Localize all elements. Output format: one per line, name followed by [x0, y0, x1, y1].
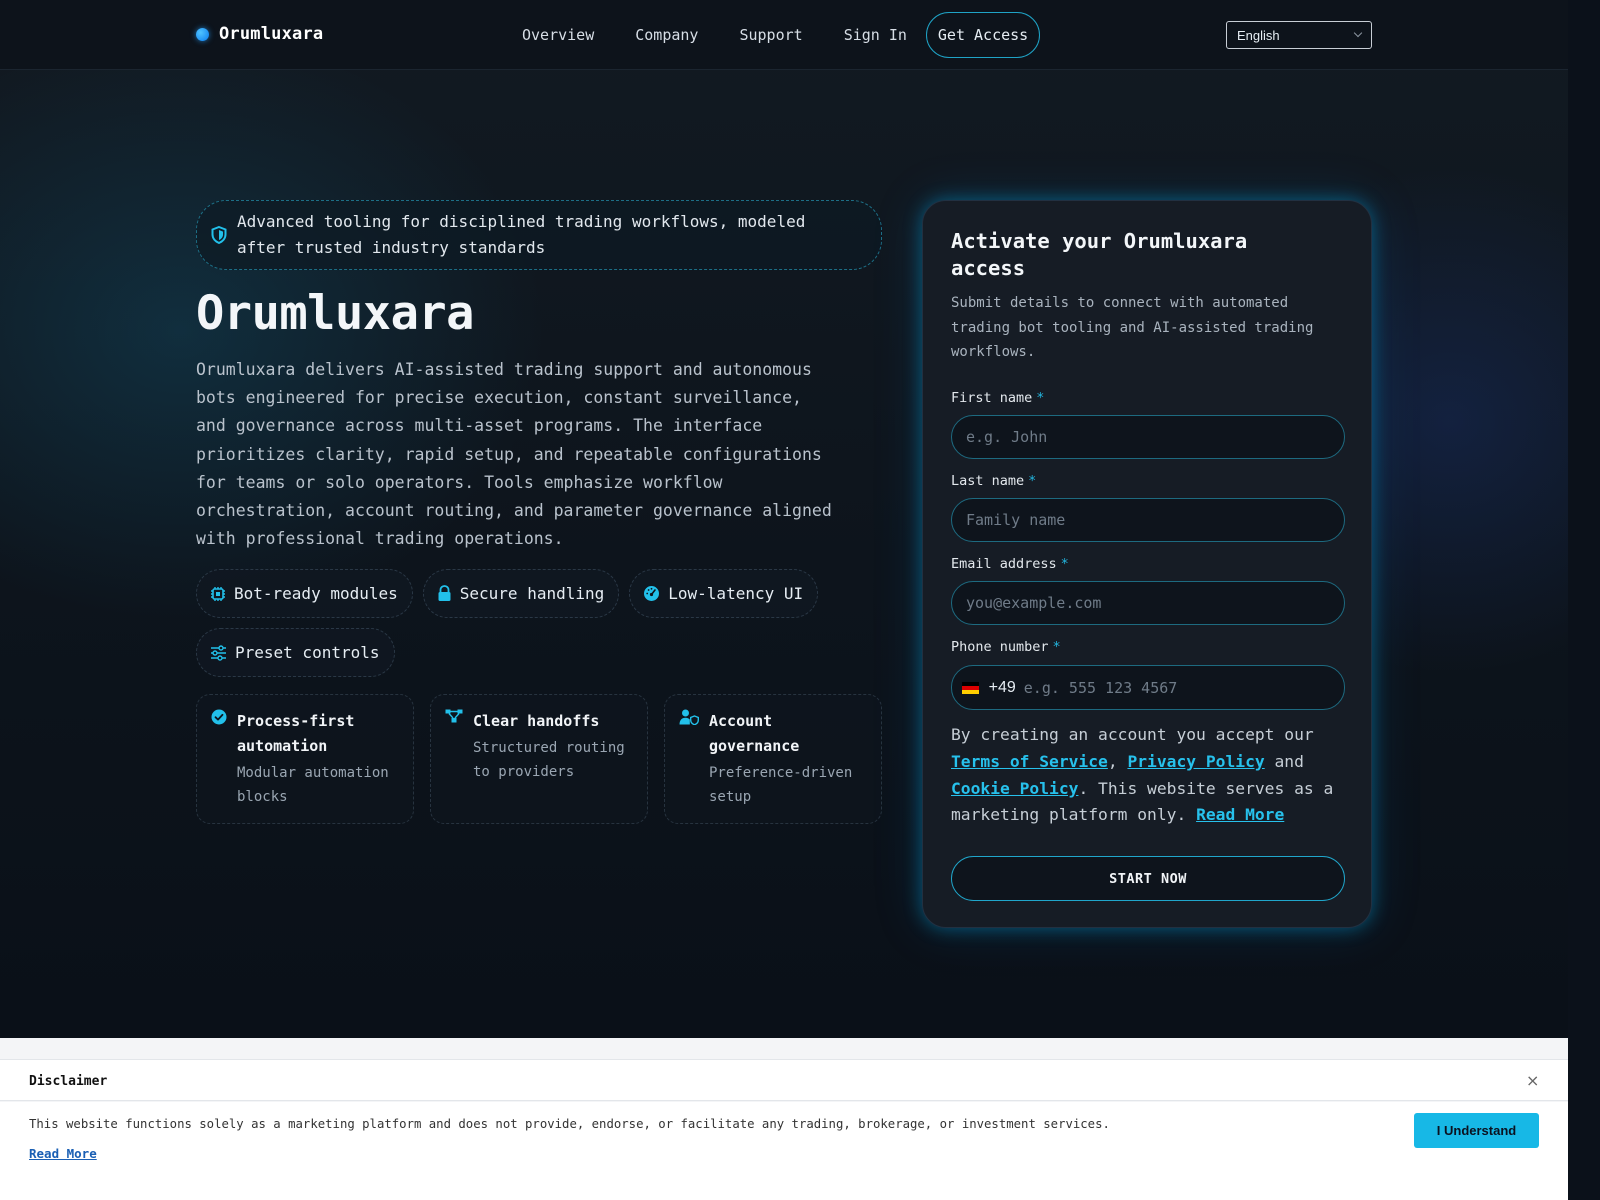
email-field[interactable]: [951, 581, 1345, 625]
brand-logo[interactable]: Orumluxara: [196, 24, 323, 44]
consent-text: By creating an account you accept our Te…: [951, 725, 1334, 825]
brand-name: Orumluxara: [219, 24, 324, 44]
feature-card-automation: Process-first automation Modular automat…: [196, 694, 414, 824]
feature-subtitle: Preference-driven setup: [709, 765, 853, 805]
chip-label: Secure handling: [459, 584, 605, 603]
germany-flag-icon[interactable]: [962, 681, 979, 694]
check-circle-icon: [211, 709, 227, 823]
disclaimer-title: Disclaimer: [29, 1074, 108, 1089]
disclaimer-read-more-link[interactable]: Read More: [29, 1146, 97, 1161]
language-value: English: [1237, 27, 1280, 43]
privacy-link[interactable]: Privacy Policy: [1127, 752, 1264, 771]
get-access-button[interactable]: Get Access: [925, 12, 1041, 58]
disclaimer-header: Disclaimer ×: [0, 1059, 1568, 1101]
shield-icon: [211, 226, 227, 244]
disclaimer-text: This website functions solely as a marke…: [29, 1117, 1110, 1131]
chip-icon: [210, 586, 226, 602]
terms-link[interactable]: Terms of Service: [951, 752, 1108, 771]
phone-label: Phone number *: [951, 639, 1061, 655]
brand-dot-icon: [196, 27, 209, 41]
network-icon: [445, 709, 463, 823]
chip-preset-controls: Preset controls: [196, 628, 395, 677]
top-nav: Orumluxara Overview Company Support Sign…: [0, 0, 1568, 70]
phone-input[interactable]: [1023, 678, 1330, 697]
feature-card-handoffs: Clear handoffs Structured routing to pro…: [430, 694, 648, 824]
hero-title: Orumluxara: [196, 286, 474, 341]
nav-links: Overview Company Support Sign In Get Acc…: [512, 12, 1041, 58]
phone-field[interactable]: +49: [951, 665, 1345, 710]
email-label: Email address *: [951, 556, 1069, 572]
cookie-link[interactable]: Cookie Policy: [951, 779, 1078, 798]
first-name-label: First name *: [951, 390, 1045, 406]
user-shield-icon: [679, 709, 699, 823]
last-name-label: Last name *: [951, 473, 1037, 489]
signup-card: Activate your Orumluxara access Submit d…: [922, 200, 1372, 928]
feature-subtitle: Modular automation blocks: [237, 765, 389, 805]
hero-description: Orumluxara delivers AI-assisted trading …: [196, 360, 832, 549]
close-icon[interactable]: ×: [1526, 1071, 1539, 1090]
feature-subtitle: Structured routing to providers: [473, 740, 625, 780]
first-name-field[interactable]: [951, 415, 1345, 459]
read-more-link[interactable]: Read More: [1196, 805, 1284, 824]
disclaimer-banner: Disclaimer × This website functions sole…: [0, 1038, 1568, 1200]
start-now-button[interactable]: START NOW: [951, 856, 1345, 901]
nav-link-overview[interactable]: Overview: [512, 16, 604, 54]
signup-subtitle: Submit details to connect with automated…: [951, 295, 1314, 360]
gauge-icon: [643, 585, 660, 602]
chip-label: Bot-ready modules: [234, 584, 398, 603]
feature-title: Process-first automation: [237, 712, 355, 755]
chip-bot-ready-modules: Bot-ready modules: [196, 569, 413, 618]
sliders-icon: [210, 644, 227, 661]
first-name-input[interactable]: [966, 428, 1330, 446]
signup-title: Activate your Orumluxara access: [951, 229, 1248, 280]
feature-chips: Bot-ready modules Secure handling Low-la…: [196, 569, 886, 677]
nav-link-support[interactable]: Support: [729, 16, 812, 54]
feature-title: Account governance: [709, 712, 800, 755]
phone-country-code[interactable]: +49: [989, 679, 1016, 697]
i-understand-button[interactable]: I Understand: [1414, 1113, 1539, 1148]
lock-icon: [437, 585, 452, 602]
nav-link-company[interactable]: Company: [625, 16, 708, 54]
chip-secure-handling: Secure handling: [422, 569, 620, 618]
chip-label: Low-latency UI: [668, 584, 804, 603]
chip-label: Preset controls: [235, 643, 380, 662]
nav-link-sign-in[interactable]: Sign In: [834, 16, 917, 54]
hero-badge: Advanced tooling for disciplined trading…: [196, 200, 882, 270]
chip-low-latency-ui: Low-latency UI: [629, 569, 819, 618]
chevron-down-icon: [1353, 28, 1363, 38]
language-select[interactable]: English: [1226, 21, 1372, 49]
last-name-input[interactable]: [966, 511, 1330, 529]
last-name-field[interactable]: [951, 498, 1345, 542]
hero-badge-text: Advanced tooling for disciplined trading…: [237, 212, 806, 257]
feature-card-governance: Account governance Preference-driven set…: [664, 694, 882, 824]
email-input[interactable]: [966, 594, 1330, 612]
feature-cards: Process-first automation Modular automat…: [196, 694, 882, 824]
feature-title: Clear handoffs: [473, 712, 600, 730]
